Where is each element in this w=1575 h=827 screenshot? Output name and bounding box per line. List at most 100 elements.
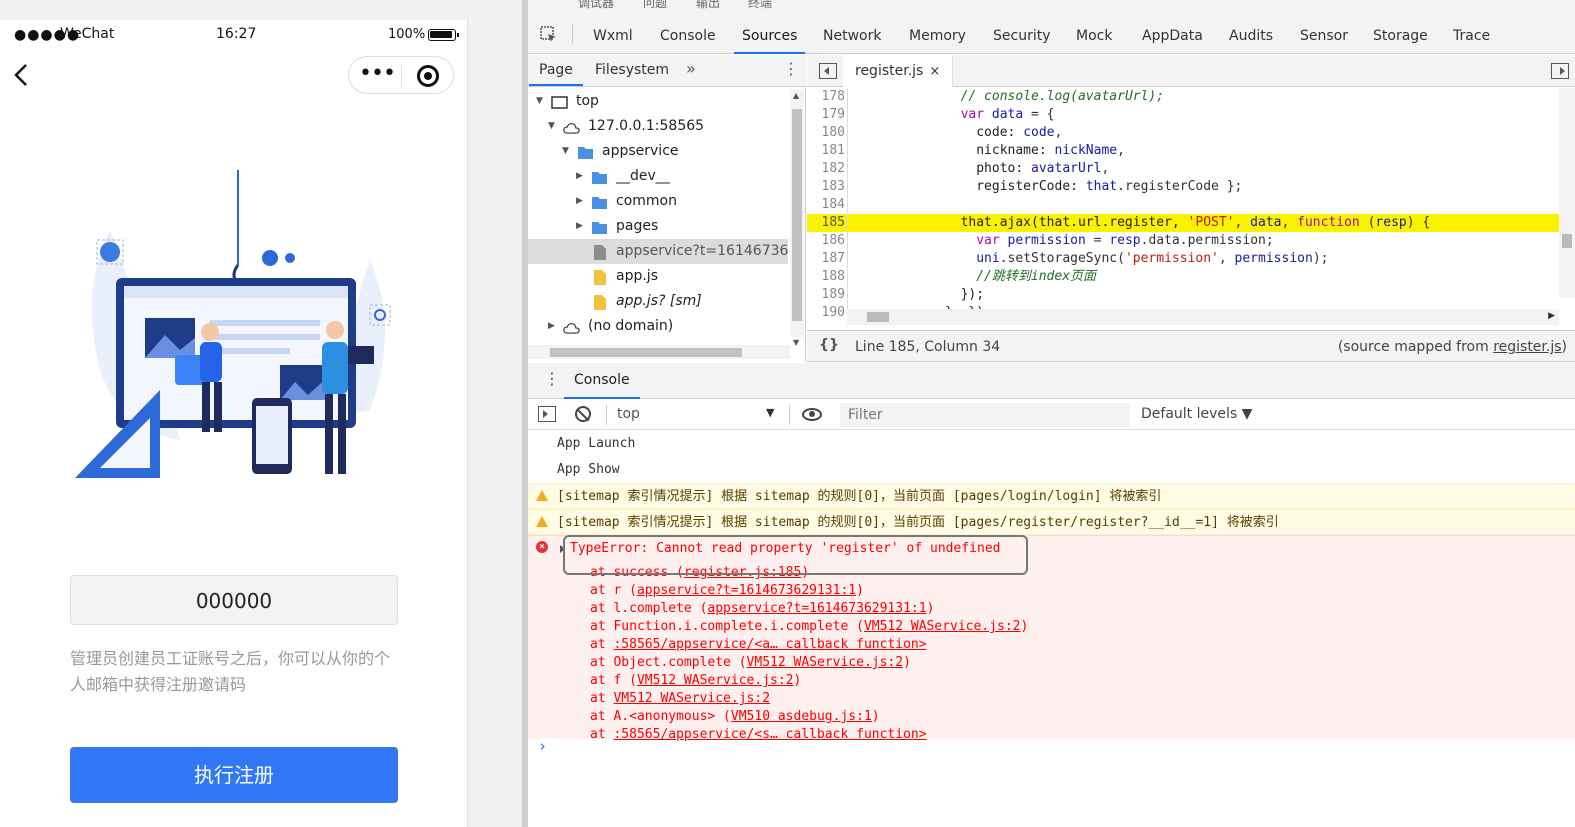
warning-icon — [536, 490, 548, 501]
stack-frame-link[interactable]: VM510 asdebug.js:1 — [731, 709, 872, 724]
close-tab-icon[interactable]: × — [929, 64, 940, 79]
code-line: 187 uni.setStorageSync('permission', per… — [821, 250, 1329, 268]
devtools-panel: 调试器 问题 输出 终端 Wxml Console Sources Networ… — [528, 0, 1575, 827]
frame-icon — [551, 94, 568, 109]
file-tab-register-js[interactable]: register.js × — [843, 55, 954, 87]
mini-program-navbar: ••• — [0, 50, 468, 102]
tab-sensor[interactable]: Sensor — [1300, 28, 1348, 44]
stack-frame-link[interactable]: VM512 WAService.js:2 — [864, 619, 1021, 634]
navigator-menu-icon[interactable]: ⋮ — [783, 59, 799, 78]
console-message: App Launch — [557, 436, 636, 451]
stack-frame-link[interactable]: VM512 WAService.js:2 — [637, 673, 794, 688]
cursor-position: Line 185, Column 34 — [855, 339, 1001, 355]
tree-item[interactable]: ▶ common — [528, 189, 788, 214]
console-sidebar-icon[interactable] — [538, 406, 556, 422]
code-vertical-scrollbar[interactable] — [1559, 88, 1575, 298]
stack-frame-link[interactable]: :58565/appservice/<a… callback function> — [613, 637, 926, 652]
code-line: 186 var permission = resp.data.permissio… — [821, 232, 1274, 250]
chevron-right-icon[interactable]: ▶ — [576, 214, 583, 239]
inspect-element-icon[interactable] — [540, 26, 558, 44]
file-yellow-icon — [591, 294, 608, 310]
tree-item-label: appservice — [602, 143, 679, 159]
tree-item[interactable]: ▼ appservice — [528, 139, 788, 164]
tree-item-label: (no domain) — [588, 318, 674, 334]
toggle-debugger-icon[interactable] — [1551, 63, 1569, 79]
nav-tab-filesystem[interactable]: Filesystem — [595, 62, 669, 78]
chevron-down-icon[interactable]: ▼ — [766, 406, 774, 419]
chevron-right-icon[interactable]: ▶ — [548, 314, 555, 339]
tab-sources[interactable]: Sources — [733, 28, 806, 54]
stack-frame: at VM512 WAService.js:2 — [590, 691, 771, 706]
folder-icon — [591, 169, 608, 184]
folder-icon — [577, 144, 594, 159]
tree-item[interactable]: ▶ pages — [528, 214, 788, 239]
sources-navigator: Page Filesystem » ⋮ ▼ top ▼ 127.0.0.1:58565… — [528, 55, 806, 362]
console-warning: [sitemap 索引情况提示] 根据 sitemap 的规则[0]，当前页面 … — [528, 509, 1575, 535]
chevron-right-icon[interactable]: ▶ — [576, 189, 583, 214]
code-view[interactable]: 178 // console.log(avatarUrl); 179 var d… — [807, 88, 1559, 328]
more-icon[interactable]: ••• — [359, 63, 396, 85]
stack-frame-link[interactable]: appservice?t=1614673629131:1 — [707, 601, 926, 616]
tab-storage[interactable]: Storage — [1373, 28, 1428, 44]
chevron-down-icon[interactable]: ▼ — [536, 89, 543, 114]
tab-security[interactable]: Security — [993, 28, 1051, 44]
chevron-right-icon[interactable]: ▶ — [576, 164, 583, 189]
tab-wxml[interactable]: Wxml — [593, 28, 633, 44]
more-tabs-icon[interactable]: » — [686, 59, 696, 78]
tab-audits[interactable]: Audits — [1229, 28, 1273, 44]
tree-item[interactable]: app.js? [sm] — [528, 289, 788, 314]
navigator-vertical-scrollbar[interactable]: ▲ ▼ — [790, 89, 804, 347]
drawer-tab-console[interactable]: Console — [564, 372, 640, 399]
warning-icon — [536, 516, 548, 527]
stack-frame: at f (VM512 WAService.js:2) — [590, 673, 802, 688]
tab-appdata[interactable]: AppData — [1142, 28, 1203, 44]
tab-trace[interactable]: Trace — [1453, 28, 1490, 44]
console-message: App Show — [557, 462, 620, 477]
back-icon[interactable] — [10, 62, 34, 88]
pretty-print-icon[interactable]: {} — [819, 337, 839, 353]
live-expression-eye-icon[interactable] — [802, 408, 822, 421]
cloud-icon — [563, 119, 580, 134]
menu-output[interactable]: 输出 — [696, 0, 720, 11]
tree-item[interactable]: appservice?t=1614673629 — [528, 239, 788, 264]
navigator-horizontal-scrollbar[interactable] — [528, 345, 790, 359]
phone-status-bar: ●●●●● WeChat 16:27 100% — [0, 20, 468, 50]
tree-item[interactable]: ▼ top — [528, 89, 788, 114]
code-horizontal-scrollbar[interactable]: ▶ — [847, 309, 1559, 325]
tab-network[interactable]: Network — [823, 28, 881, 44]
menu-debugger[interactable]: 调试器 — [578, 0, 614, 11]
register-button[interactable]: 执行注册 — [70, 747, 398, 803]
tab-console[interactable]: Console — [660, 28, 716, 44]
stack-frame-link[interactable]: :58565/appservice/<s… callback function> — [613, 727, 926, 742]
navigator-tabs: Page Filesystem » ⋮ — [528, 55, 806, 87]
stack-frame: at :58565/appservice/<a… callback functi… — [590, 637, 927, 652]
nav-tab-page[interactable]: Page — [529, 62, 583, 86]
tree-item-label: app.js — [616, 268, 658, 284]
console-warning: [sitemap 索引情况提示] 根据 sitemap 的规则[0]，当前页面 … — [528, 483, 1575, 509]
status-time: 16:27 — [216, 26, 257, 42]
toggle-navigator-icon[interactable] — [819, 63, 837, 79]
clear-console-icon[interactable] — [575, 406, 591, 422]
log-levels-dropdown[interactable]: Default levels ▼ — [1141, 406, 1252, 422]
console-prompt-icon[interactable]: › — [538, 737, 547, 755]
stack-frame-link[interactable]: VM512 WAService.js:2 — [747, 655, 904, 670]
tree-item[interactable]: ▼ 127.0.0.1:58565 — [528, 114, 788, 139]
drawer-menu-icon[interactable]: ⋮ — [544, 369, 560, 388]
tab-mock[interactable]: Mock — [1076, 28, 1112, 44]
tree-item[interactable]: ▶ (no domain) — [528, 314, 788, 339]
menu-terminal[interactable]: 终端 — [748, 0, 772, 11]
context-selector[interactable]: top — [617, 406, 640, 422]
close-mini-program-icon[interactable] — [417, 65, 439, 87]
tree-item[interactable]: ▶ __dev__ — [528, 164, 788, 189]
menu-issues[interactable]: 问题 — [643, 0, 667, 11]
stack-frame-link[interactable]: appservice?t=1614673629131:1 — [637, 583, 856, 598]
tree-item[interactable]: app.js — [528, 264, 788, 289]
source-map-link[interactable]: register.js — [1493, 339, 1561, 355]
chevron-down-icon[interactable]: ▼ — [562, 139, 569, 164]
stack-frame-link[interactable]: VM512 WAService.js:2 — [613, 691, 770, 706]
chevron-down-icon[interactable]: ▼ — [548, 114, 555, 139]
invite-code-input[interactable]: 000000 — [70, 575, 398, 625]
console-filter-input[interactable] — [840, 403, 1130, 427]
tab-memory[interactable]: Memory — [909, 28, 966, 44]
tree-item-label: pages — [616, 218, 659, 234]
